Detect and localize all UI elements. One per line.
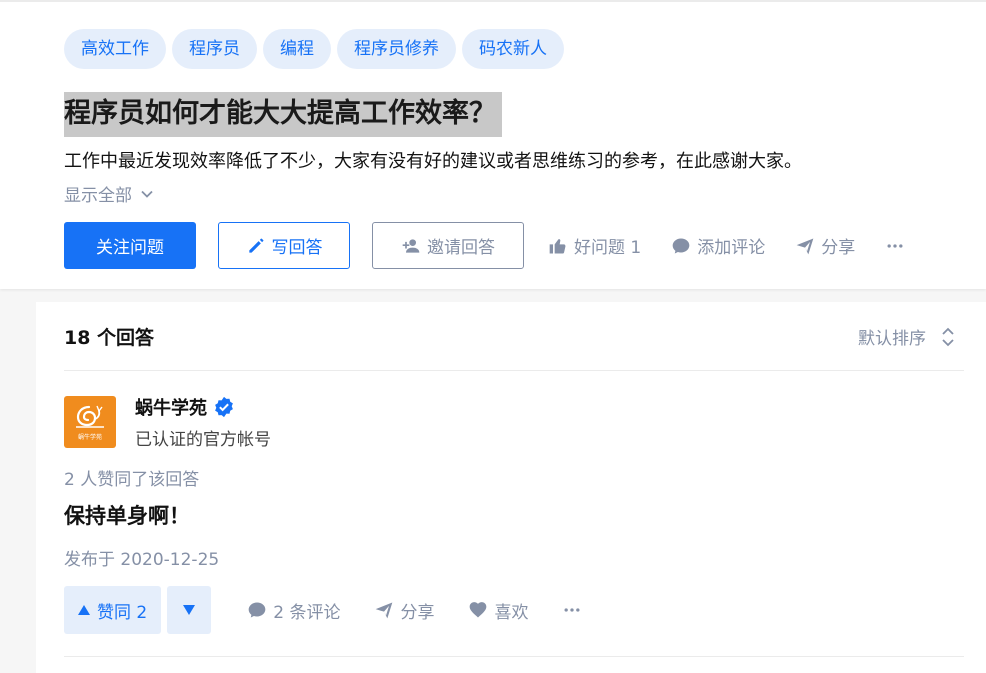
share-icon [376, 602, 393, 619]
share-question-button[interactable]: 分享 [795, 233, 855, 258]
good-question-label: 好问题 1 [574, 238, 642, 258]
publish-time[interactable]: 发布于 2020-12-25 [64, 545, 219, 570]
show-all-label: 显示全部 [64, 186, 132, 206]
heart-icon [470, 602, 487, 618]
answers-header: 18 个回答 默认排序 [64, 302, 964, 371]
write-answer-button[interactable]: 写回答 [218, 222, 350, 269]
topic-tag[interactable]: 编程 [263, 29, 331, 69]
avatar[interactable]: 蜗牛学苑 [64, 396, 116, 448]
answer-share-button[interactable]: 分享 [374, 598, 434, 623]
answer-comments-button[interactable]: 2 条评论 [247, 598, 340, 623]
pencil-icon [248, 238, 263, 253]
share-icon [796, 238, 814, 254]
follow-question-button[interactable]: 关注问题 [64, 222, 196, 269]
triangle-down-icon [183, 605, 196, 615]
share-question-label: 分享 [821, 238, 856, 258]
answer-like-button[interactable]: 喜欢 [468, 598, 528, 623]
author-bio: 已认证的官方帐号 [135, 430, 271, 450]
topic-tags: 高效工作 程序员 编程 程序员修养 码农新人 [64, 29, 564, 69]
add-comment-label: 添加评论 [697, 238, 766, 258]
question-title[interactable]: 程序员如何才能大大提高工作效率？ [64, 92, 502, 137]
avatar-caption: 蜗牛学苑 [77, 434, 102, 441]
more-options-button[interactable] [885, 236, 905, 256]
answers-count: 18 个回答 [64, 327, 155, 349]
more-dots-icon [564, 608, 580, 612]
thumbs-up-icon [549, 238, 566, 253]
answer-share-label: 分享 [400, 602, 435, 623]
invite-answer-button[interactable]: 邀请回答 [372, 222, 524, 269]
chevron-down-icon [141, 190, 153, 198]
divider [64, 656, 964, 657]
add-person-icon [402, 238, 420, 253]
comment-icon [672, 238, 690, 253]
answer-actions: 赞同 2 2 条评论 分享 喜欢 [64, 586, 582, 634]
answers-list: 18 个回答 默认排序 蜗牛学苑 蜗牛学苑 已认证的官方帐号 2 人赞同了该回答… [36, 302, 986, 673]
follow-question-label: 关注问题 [96, 238, 164, 258]
author-name[interactable]: 蜗牛学苑 [135, 394, 235, 420]
show-all-button[interactable]: 显示全部 [64, 181, 154, 206]
sort-dropdown[interactable]: 默认排序 [858, 324, 956, 349]
good-question-button[interactable]: 好问题 1 [548, 233, 641, 258]
vote-up-label: 赞同 2 [97, 602, 148, 623]
write-answer-label: 写回答 [271, 238, 323, 258]
question-detail: 工作中最近发现效率降低了不少，大家有没有好的建议或者思维练习的参考，在此感谢大家… [64, 151, 802, 172]
more-dots-icon [887, 243, 903, 248]
topic-tag[interactable]: 程序员修养 [337, 29, 456, 69]
sort-label: 默认排序 [858, 329, 926, 349]
triangle-up-icon [78, 605, 90, 615]
voters-count[interactable]: 2 人赞同了该回答 [64, 465, 199, 490]
answer-content: 保持单身啊！ [64, 504, 190, 528]
add-comment-button[interactable]: 添加评论 [671, 233, 765, 258]
vote-up-button[interactable]: 赞同 2 [64, 586, 162, 634]
invite-answer-label: 邀请回答 [427, 238, 495, 258]
vote-down-button[interactable] [167, 586, 212, 634]
snail-logo-icon [76, 405, 104, 428]
answer-like-label: 喜欢 [494, 602, 529, 623]
verified-badge-icon [215, 396, 233, 418]
sort-toggle-icon [942, 327, 954, 346]
topic-tag[interactable]: 高效工作 [64, 29, 166, 69]
author-name-text: 蜗牛学苑 [135, 398, 207, 419]
comment-icon [248, 602, 266, 618]
topic-tag[interactable]: 程序员 [172, 29, 257, 69]
answer-more-button[interactable] [562, 600, 582, 620]
answer-comments-label: 2 条评论 [273, 602, 341, 623]
topic-tag[interactable]: 码农新人 [462, 29, 564, 69]
question-header: 高效工作 程序员 编程 程序员修养 码农新人 程序员如何才能大大提高工作效率？ … [0, 0, 986, 289]
question-actions: 关注问题 写回答 邀请回答 好问题 1 添加评论 分享 [64, 222, 905, 269]
